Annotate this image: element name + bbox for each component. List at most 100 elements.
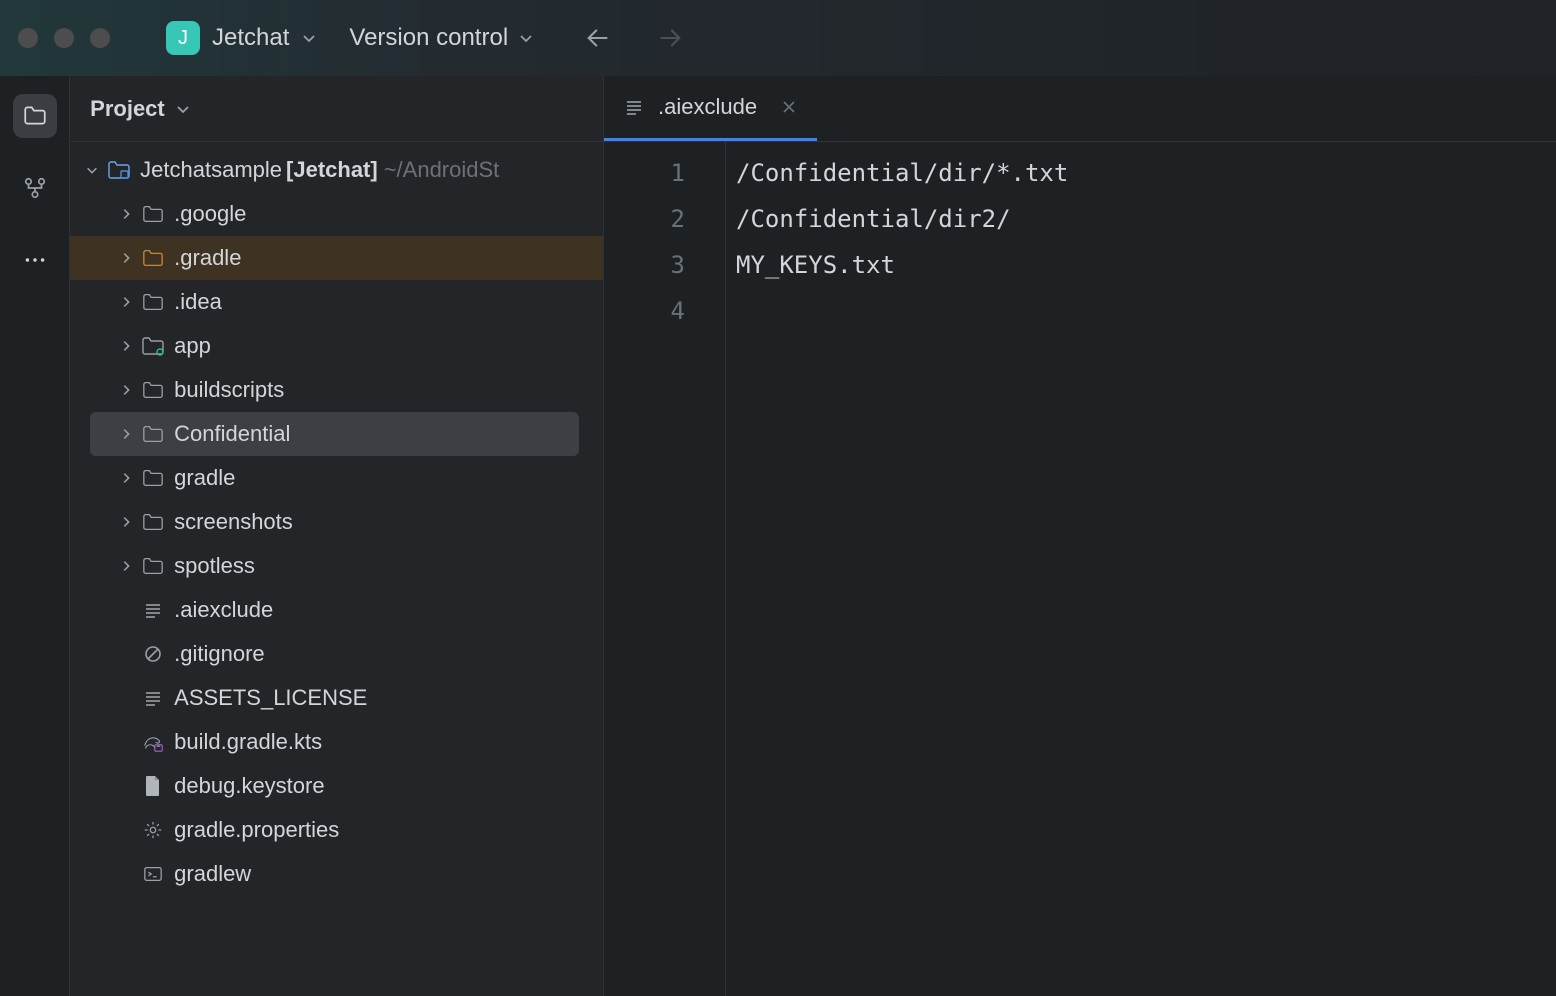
tree-item-gradlew[interactable]: gradlew — [70, 852, 603, 896]
project-selector[interactable]: J Jetchat — [166, 21, 317, 55]
maximize-window-button[interactable] — [90, 28, 110, 48]
tool-window-bar — [0, 76, 70, 996]
chevron-right-icon — [119, 251, 133, 265]
chevron-down-icon — [301, 30, 317, 46]
structure-tool-button[interactable] — [13, 166, 57, 210]
tree-item--idea[interactable]: .idea — [70, 280, 603, 324]
minimize-window-button[interactable] — [54, 28, 74, 48]
tree-item-build-gradle-kts[interactable]: build.gradle.kts — [70, 720, 603, 764]
window-controls — [18, 28, 110, 48]
editor-gutter: 1234 — [604, 142, 726, 996]
tree-item-label: .idea — [174, 289, 222, 315]
tree-item-label: debug.keystore — [174, 773, 324, 799]
tree-item-label: ASSETS_LICENSE — [174, 685, 367, 711]
tree-item-label: Confidential — [174, 421, 290, 447]
folder-icon — [138, 467, 168, 489]
nav-arrows — [584, 24, 684, 52]
project-tree: Jetchatsample [Jetchat] ~/AndroidSt .goo… — [70, 142, 603, 896]
nav-back-button[interactable] — [584, 24, 612, 52]
tree-item--aiexclude[interactable]: .aiexclude — [70, 588, 603, 632]
tree-item-label: .aiexclude — [174, 597, 273, 623]
tree-root[interactable]: Jetchatsample [Jetchat] ~/AndroidSt — [70, 148, 603, 192]
chevron-down-icon — [175, 101, 191, 117]
chevron-right-icon — [119, 207, 133, 221]
tree-item-label: app — [174, 333, 211, 359]
module-folder-icon — [138, 335, 168, 357]
tree-root-tag: [Jetchat] — [286, 157, 378, 183]
tree-item-screenshots[interactable]: screenshots — [70, 500, 603, 544]
tree-item-gradle[interactable]: gradle — [70, 456, 603, 500]
tree-item-label: buildscripts — [174, 377, 284, 403]
tree-item-confidential[interactable]: Confidential — [90, 412, 579, 456]
vcs-menu[interactable]: Version control — [349, 24, 534, 52]
tree-item-buildscripts[interactable]: buildscripts — [70, 368, 603, 412]
folder-icon — [138, 379, 168, 401]
chevron-right-icon — [119, 383, 133, 397]
tree-item-label: .gitignore — [174, 641, 265, 667]
folder-icon — [138, 203, 168, 225]
chevron-right-icon — [119, 559, 133, 573]
tree-item-label: .google — [174, 201, 246, 227]
editor-area: .aiexclude 1234 /Confidential/dir/*.txt/… — [604, 76, 1556, 996]
folder-icon — [138, 511, 168, 533]
file-lines-icon — [138, 688, 168, 708]
folder-icon — [138, 247, 168, 269]
folder-icon — [138, 555, 168, 577]
gutter-line: 4 — [604, 288, 685, 334]
editor-tabbar: .aiexclude — [604, 76, 1556, 142]
project-panel: Project Jetchatsample [Jetchat] ~/Androi… — [70, 76, 604, 996]
chevron-right-icon — [119, 515, 133, 529]
tree-item-label: gradlew — [174, 861, 251, 887]
code-line[interactable]: /Confidential/dir/*.txt — [736, 150, 1556, 196]
editor-body[interactable]: 1234 /Confidential/dir/*.txt/Confidentia… — [604, 142, 1556, 996]
folder-icon — [138, 423, 168, 445]
tree-item--gitignore[interactable]: .gitignore — [70, 632, 603, 676]
tree-item-assets-license[interactable]: ASSETS_LICENSE — [70, 676, 603, 720]
chevron-down-icon — [85, 163, 99, 177]
tree-item-spotless[interactable]: spotless — [70, 544, 603, 588]
tree-item--google[interactable]: .google — [70, 192, 603, 236]
tree-item-app[interactable]: app — [70, 324, 603, 368]
file-lines-icon — [138, 600, 168, 620]
project-panel-title: Project — [90, 96, 165, 122]
project-folder-icon — [107, 159, 131, 181]
tree-item-label: spotless — [174, 553, 255, 579]
tree-item-label: gradle.properties — [174, 817, 339, 843]
app-name-label: Jetchat — [212, 24, 289, 52]
ellipsis-icon — [22, 247, 48, 273]
gitignore-icon — [138, 644, 168, 664]
gutter-line: 3 — [604, 242, 685, 288]
chevron-down-icon — [518, 30, 534, 46]
gradle-icon — [138, 731, 168, 753]
code-line[interactable] — [736, 288, 1556, 334]
tree-root-name: Jetchatsample — [140, 157, 282, 183]
tree-item--gradle[interactable]: .gradle — [70, 236, 603, 280]
project-panel-header[interactable]: Project — [70, 76, 603, 142]
code-line[interactable]: /Confidential/dir2/ — [736, 196, 1556, 242]
terminal-icon — [138, 864, 168, 884]
tree-item-debug-keystore[interactable]: debug.keystore — [70, 764, 603, 808]
file-icon — [138, 775, 168, 797]
close-window-button[interactable] — [18, 28, 38, 48]
editor-tab-label: .aiexclude — [658, 94, 757, 120]
structure-icon — [22, 175, 48, 201]
app-badge: J — [166, 21, 200, 55]
tree-item-gradle-properties[interactable]: gradle.properties — [70, 808, 603, 852]
tree-item-label: .gradle — [174, 245, 241, 271]
nav-forward-button — [656, 24, 684, 52]
chevron-right-icon — [119, 427, 133, 441]
chevron-right-icon — [119, 339, 133, 353]
chevron-right-icon — [119, 471, 133, 485]
file-lines-icon — [624, 97, 644, 117]
gutter-line: 2 — [604, 196, 685, 242]
editor-code[interactable]: /Confidential/dir/*.txt/Confidential/dir… — [726, 142, 1556, 996]
tree-item-label: build.gradle.kts — [174, 729, 322, 755]
editor-tab-aiexclude[interactable]: .aiexclude — [604, 76, 817, 141]
close-tab-icon[interactable] — [781, 99, 797, 115]
project-tool-button[interactable] — [13, 94, 57, 138]
tree-item-label: gradle — [174, 465, 235, 491]
more-tool-button[interactable] — [13, 238, 57, 282]
titlebar: J Jetchat Version control — [0, 0, 1556, 76]
gutter-line: 1 — [604, 150, 685, 196]
code-line[interactable]: MY_KEYS.txt — [736, 242, 1556, 288]
